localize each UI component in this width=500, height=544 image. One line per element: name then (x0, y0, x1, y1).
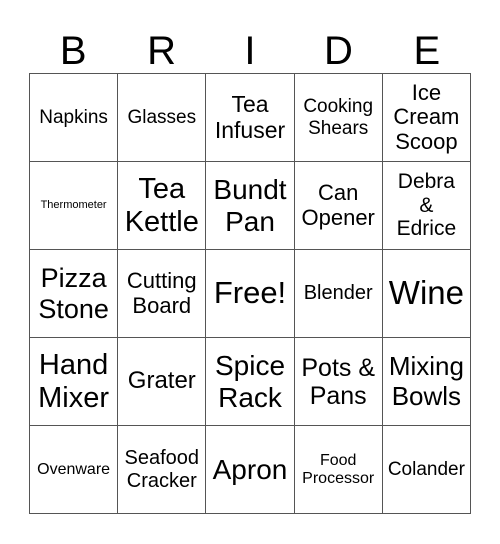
bingo-cell[interactable]: Grater (118, 338, 207, 426)
bingo-cell[interactable]: Colander (382, 426, 471, 514)
bingo-cell[interactable]: Thermometer (30, 162, 119, 250)
bingo-cell[interactable]: Apron (206, 426, 295, 514)
bingo-cell[interactable]: Pots & Pans (294, 338, 383, 426)
header-letter-d: D (323, 29, 353, 73)
bingo-cell[interactable]: Glasses (118, 74, 207, 162)
bingo-cell[interactable]: Seafood Cracker (118, 426, 207, 514)
bingo-cell[interactable]: Ovenware (30, 426, 119, 514)
bingo-cell[interactable]: Tea Kettle (118, 162, 207, 250)
bingo-cell[interactable]: Mixing Bowls (382, 338, 471, 426)
bingo-cell[interactable]: Food Processor (294, 426, 383, 514)
bingo-cell[interactable]: Debra & Edrice (382, 162, 471, 250)
header-letter-b: B (59, 29, 87, 73)
bingo-cell[interactable]: Spice Rack (206, 338, 295, 426)
bingo-board: Napkins Glasses Tea Infuser Cooking Shea… (29, 73, 471, 514)
bingo-header: B R I D E (29, 26, 471, 73)
bingo-cell[interactable]: Pizza Stone (30, 250, 119, 338)
header-letter-e: E (413, 29, 441, 73)
bingo-cell[interactable]: Can Opener (294, 162, 383, 250)
bingo-cell[interactable]: Cutting Board (118, 250, 207, 338)
header-letter-i: I (244, 29, 256, 73)
bingo-cell[interactable]: Ice Cream Scoop (382, 74, 471, 162)
free-space-cell[interactable]: Free! (206, 250, 295, 338)
bingo-cell[interactable]: Blender (294, 250, 383, 338)
bingo-cell[interactable]: Bundt Pan (206, 162, 295, 250)
bingo-cell[interactable]: Hand Mixer (30, 338, 119, 426)
bingo-cell[interactable]: Cooking Shears (294, 74, 383, 162)
header-letter-r: R (147, 29, 177, 73)
bingo-cell[interactable]: Napkins (30, 74, 119, 162)
bingo-cell[interactable]: Tea Infuser (206, 74, 295, 162)
bingo-cell[interactable]: Wine (382, 250, 471, 338)
